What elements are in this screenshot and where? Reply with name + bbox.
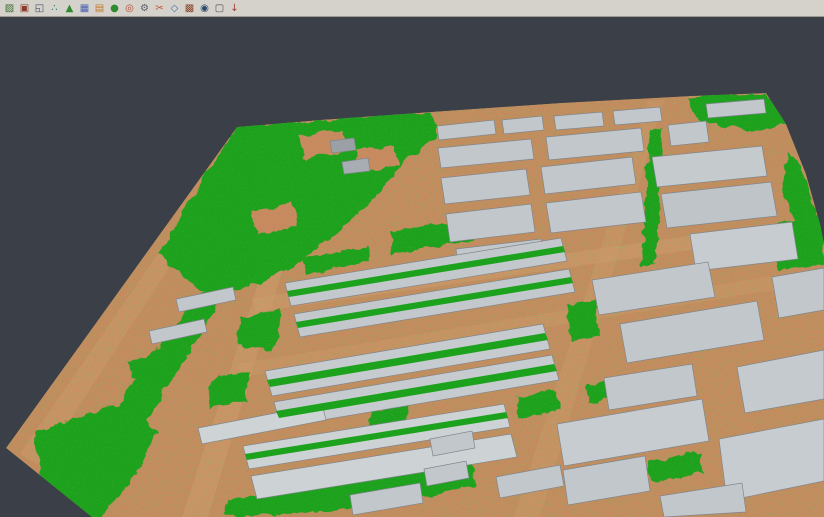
classified-point-cloud-scene bbox=[0, 17, 824, 517]
settings-icon[interactable]: ⚙ bbox=[138, 2, 151, 15]
main-toolbar: ▨▣◱∴▲▦▤●◎⚙✂◇▩◉▢↓ bbox=[0, 0, 824, 17]
points-icon[interactable]: ∴ bbox=[48, 2, 61, 15]
snapshot-icon[interactable]: ▢ bbox=[213, 2, 226, 15]
toolbar-icons: ▨▣◱∴▲▦▤●◎⚙✂◇▩◉▢↓ bbox=[2, 0, 242, 16]
globe-icon[interactable]: ◉ bbox=[198, 2, 211, 15]
texture-icon[interactable]: ▩ bbox=[183, 2, 196, 15]
classify-icon[interactable]: ● bbox=[108, 2, 121, 15]
grid-icon[interactable]: ▦ bbox=[78, 2, 91, 15]
viewport-3d[interactable] bbox=[0, 17, 824, 517]
building-roof bbox=[330, 138, 356, 153]
save-icon[interactable]: ▣ bbox=[18, 2, 31, 15]
application-window: ▨▣◱∴▲▦▤●◎⚙✂◇▩◉▢↓ bbox=[0, 0, 824, 517]
building-roof bbox=[772, 268, 824, 318]
terrain-icon[interactable]: ▲ bbox=[63, 2, 76, 15]
crop-icon[interactable]: ✂ bbox=[153, 2, 166, 15]
open-project-icon[interactable]: ▨ bbox=[3, 2, 16, 15]
export-icon[interactable]: ↓ bbox=[228, 2, 241, 15]
import-cloud-icon[interactable]: ◱ bbox=[33, 2, 46, 15]
orthophoto-icon[interactable]: ▤ bbox=[93, 2, 106, 15]
target-icon[interactable]: ◎ bbox=[123, 2, 136, 15]
mesh-icon[interactable]: ◇ bbox=[168, 2, 181, 15]
building-roof bbox=[668, 121, 709, 146]
